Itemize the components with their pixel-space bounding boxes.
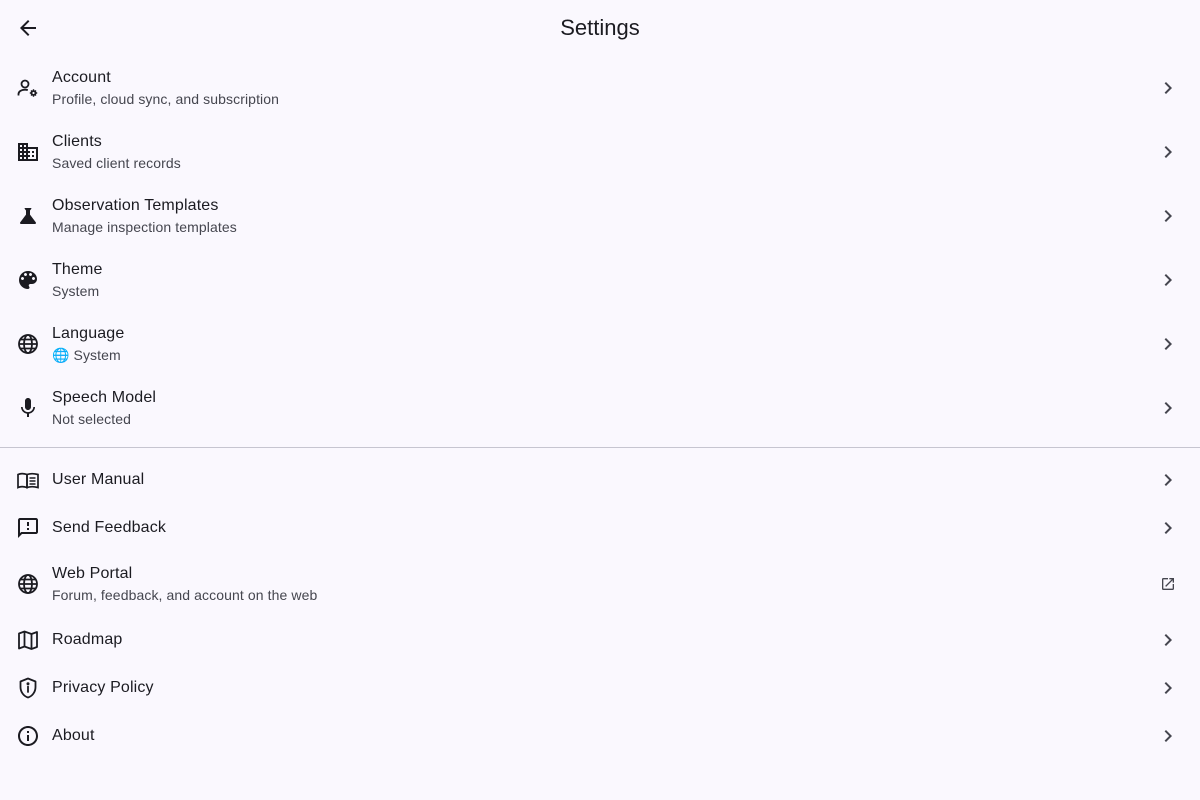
item-subtitle: Not selected bbox=[52, 411, 132, 427]
settings-item-account[interactable]: Account Profile, cloud sync, and subscri… bbox=[0, 56, 1200, 120]
item-title: User Manual bbox=[52, 471, 145, 488]
map-icon bbox=[16, 628, 40, 652]
settings-list: Account Profile, cloud sync, and subscri… bbox=[0, 56, 1200, 760]
settings-item-theme[interactable]: Theme System bbox=[0, 248, 1200, 312]
settings-item-web-portal[interactable]: Web Portal Forum, feedback, and account … bbox=[0, 552, 1200, 616]
item-title: Observation Templates bbox=[52, 197, 219, 214]
item-title: Account bbox=[52, 69, 111, 86]
settings-item-send-feedback[interactable]: Send Feedback bbox=[0, 504, 1200, 552]
manage-accounts-icon bbox=[16, 76, 40, 100]
globe-icon bbox=[16, 332, 40, 356]
item-title: Theme bbox=[52, 261, 103, 278]
item-title: Send Feedback bbox=[52, 519, 167, 536]
arrow-back-icon bbox=[16, 16, 40, 40]
section-divider bbox=[0, 440, 1200, 456]
item-title: Speech Model bbox=[52, 389, 157, 406]
settings-item-roadmap[interactable]: Roadmap bbox=[0, 616, 1200, 664]
mic-icon bbox=[16, 396, 40, 420]
app-bar: Settings bbox=[0, 0, 1200, 56]
item-title: Roadmap bbox=[52, 631, 123, 648]
page-title: Settings bbox=[560, 15, 640, 40]
info-icon bbox=[16, 724, 40, 748]
item-subtitle: Saved client records bbox=[52, 155, 181, 171]
chevron-right-icon bbox=[1156, 140, 1180, 164]
palette-icon bbox=[16, 268, 40, 292]
item-subtitle: 🌐 System bbox=[52, 347, 121, 363]
settings-item-about[interactable]: About bbox=[0, 712, 1200, 760]
item-subtitle: Profile, cloud sync, and subscription bbox=[52, 91, 280, 107]
globe-icon bbox=[16, 572, 40, 596]
chevron-right-icon bbox=[1156, 268, 1180, 292]
chevron-right-icon bbox=[1156, 724, 1180, 748]
chevron-right-icon bbox=[1156, 332, 1180, 356]
chevron-right-icon bbox=[1156, 76, 1180, 100]
open-in-new-icon bbox=[1156, 572, 1180, 596]
item-subtitle: Forum, feedback, and account on the web bbox=[52, 587, 318, 603]
chevron-right-icon bbox=[1156, 204, 1180, 228]
item-title: Privacy Policy bbox=[52, 679, 154, 696]
chevron-right-icon bbox=[1156, 468, 1180, 492]
settings-item-privacy-policy[interactable]: Privacy Policy bbox=[0, 664, 1200, 712]
item-subtitle: Manage inspection templates bbox=[52, 219, 237, 235]
business-icon bbox=[16, 140, 40, 164]
item-title: Language bbox=[52, 325, 125, 342]
privacy-shield-icon bbox=[16, 676, 40, 700]
feedback-icon bbox=[16, 516, 40, 540]
science-icon bbox=[16, 204, 40, 228]
chevron-right-icon bbox=[1156, 516, 1180, 540]
settings-item-speech-model[interactable]: Speech Model Not selected bbox=[0, 376, 1200, 440]
settings-item-observation-templates[interactable]: Observation Templates Manage inspection … bbox=[0, 184, 1200, 248]
menu-book-icon bbox=[16, 468, 40, 492]
chevron-right-icon bbox=[1156, 628, 1180, 652]
chevron-right-icon bbox=[1156, 396, 1180, 420]
item-title: Web Portal bbox=[52, 565, 133, 582]
settings-item-language[interactable]: Language 🌐 System bbox=[0, 312, 1200, 376]
settings-item-user-manual[interactable]: User Manual bbox=[0, 456, 1200, 504]
item-title: About bbox=[52, 727, 95, 744]
chevron-right-icon bbox=[1156, 676, 1180, 700]
item-title: Clients bbox=[52, 133, 102, 150]
settings-item-clients[interactable]: Clients Saved client records bbox=[0, 120, 1200, 184]
item-subtitle: System bbox=[52, 283, 100, 299]
back-button[interactable] bbox=[4, 4, 52, 52]
